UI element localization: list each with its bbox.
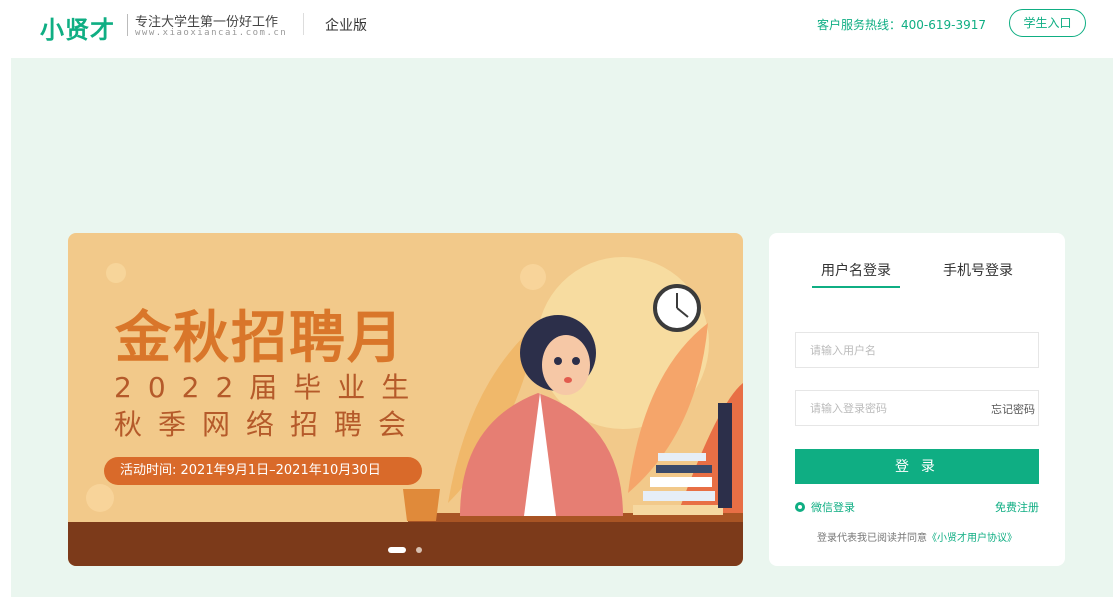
register-link[interactable]: 免费注册 (995, 499, 1039, 515)
orb-shape-3 (86, 484, 114, 512)
login-card: 用户名登录 手机号登录 忘记密码 登 录 微信登录 免费注册 登录代表我已阅读并… (769, 233, 1065, 566)
banner-subtitle-2: 秋季网络招聘会 (114, 408, 423, 441)
mug-shape (403, 489, 440, 521)
top-header: 小贤才 专注大学生第一份好工作 www.xiaoxiancai.com.cn 企… (0, 0, 1113, 58)
wechat-icon (795, 502, 805, 512)
tab-phone-login[interactable]: 手机号登录 (943, 260, 1013, 280)
forgot-password-link[interactable]: 忘记密码 (991, 401, 1035, 417)
username-input[interactable] (795, 332, 1039, 368)
agreement-prefix: 登录代表我已阅读并同意 (817, 533, 927, 544)
banner-subtitle-1: 2022届毕业生 (114, 371, 426, 404)
student-entry-button[interactable]: 学生入口 (1009, 9, 1086, 37)
logo-divider (127, 14, 128, 36)
main-area: 金秋招聘月 2022届毕业生 秋季网络招聘会 活动时间: 2021年9月1日–2… (11, 58, 1113, 597)
active-tab-indicator (812, 286, 900, 288)
clock-icon (653, 284, 701, 332)
banner-title: 金秋招聘月 (115, 305, 405, 371)
promo-banner[interactable]: 金秋招聘月 2022届毕业生 秋季网络招聘会 活动时间: 2021年9月1日–2… (68, 233, 743, 566)
tab-username-login[interactable]: 用户名登录 (821, 260, 891, 280)
login-button[interactable]: 登 录 (795, 449, 1039, 484)
user-agreement-link[interactable]: 《小贤才用户协议》 (927, 533, 1017, 544)
carousel-dot[interactable] (416, 547, 422, 553)
wechat-login-link[interactable]: 微信登录 (795, 499, 855, 515)
edition-label: 企业版 (325, 18, 367, 34)
monitor-shape (718, 403, 732, 508)
orb-shape-2 (520, 264, 546, 290)
carousel-dot-active[interactable] (388, 547, 406, 553)
header-separator (303, 13, 304, 35)
banner-date: 活动时间: 2021年9月1日–2021年10月30日 (104, 457, 422, 485)
brand-logo[interactable]: 小贤才 (40, 10, 115, 45)
agreement-text: 登录代表我已阅读并同意《小贤才用户协议》 (769, 529, 1065, 544)
service-hotline: 客户服务热线：400-619-3917 (816, 18, 986, 32)
orb-shape-1 (106, 263, 126, 283)
wechat-login-label: 微信登录 (811, 501, 855, 514)
banner-footer-strip (68, 522, 743, 566)
brand-url: www.xiaoxiancai.com.cn (135, 28, 288, 38)
